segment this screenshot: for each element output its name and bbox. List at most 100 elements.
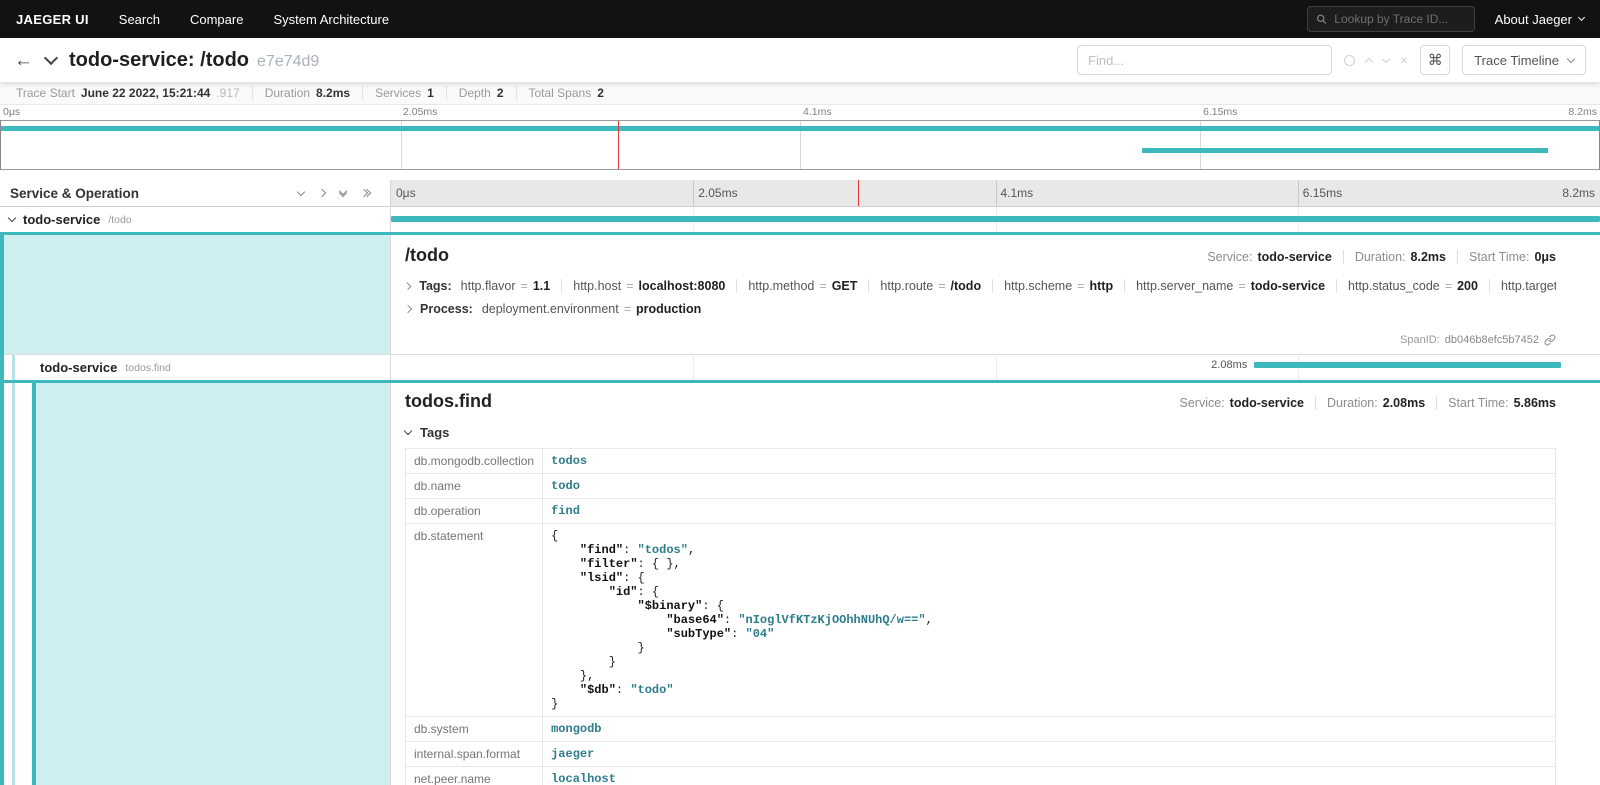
- tag-key: http.status_code: [1348, 279, 1440, 293]
- minimap-span-bar-todo: [1, 126, 1599, 131]
- gridline: [996, 180, 997, 206]
- collapse-trace-chevron-icon[interactable]: [44, 51, 58, 65]
- span-service-name: todo-service: [40, 360, 117, 375]
- detail-indent-column: [4, 383, 391, 785]
- span-bar-cell-todos-find[interactable]: 2.08ms: [391, 355, 1600, 380]
- chevron-down-icon: [1567, 54, 1575, 62]
- detail-header: /todo Service: todo-service Duration: 8.…: [405, 245, 1556, 266]
- meta-duration: Duration: 8.2ms: [1343, 250, 1457, 264]
- tag-key-cell: db.operation: [406, 499, 543, 524]
- summary-suffix: .917: [216, 86, 239, 100]
- span-rows: todo-service /todo /todo Service: todo-s…: [0, 207, 1600, 785]
- summary-value: 1: [427, 86, 434, 100]
- search-icon: [1316, 13, 1327, 25]
- table-row: db.statement { "find": "todos", "filter"…: [406, 524, 1556, 717]
- focus-match-icon[interactable]: [1344, 55, 1355, 66]
- tick-label: 0μs: [3, 106, 20, 118]
- meta-label: Service:: [1180, 396, 1225, 410]
- next-result-icon[interactable]: [1382, 54, 1390, 62]
- tag-value-cell: todos: [543, 449, 1556, 474]
- tag-value-cell: { "find": "todos", "filter": { }, "lsid"…: [543, 524, 1556, 717]
- tag: http.server_nametodo-service: [1124, 279, 1325, 293]
- span-bar-todos-find[interactable]: [1254, 362, 1561, 368]
- tag-value: 1.1: [533, 279, 550, 293]
- span-name-cell-todo[interactable]: todo-service /todo: [0, 207, 391, 232]
- command-icon: ⌘: [1428, 51, 1443, 69]
- service-operation-label: Service & Operation: [10, 186, 139, 201]
- tick-label: 0μs: [396, 186, 416, 200]
- span-row-todos-find[interactable]: todo-service todos.find 2.08ms: [4, 355, 1600, 380]
- span-bar-cell-todo[interactable]: [391, 207, 1600, 232]
- meta-value: 8.2ms: [1411, 250, 1446, 264]
- summary-total-spans: Total Spans 2: [516, 86, 616, 100]
- expand-one-icon[interactable]: [318, 189, 326, 197]
- trace-id-lookup-input[interactable]: [1332, 11, 1465, 27]
- summary-label: Total Spans: [529, 86, 592, 100]
- tag-value-cell: todo: [543, 474, 1556, 499]
- meta-label: Service:: [1207, 250, 1252, 264]
- cursor-guide-line: [618, 121, 619, 169]
- jaeger-brand: JAEGER UI: [16, 12, 89, 27]
- tag-key: http.method: [748, 279, 814, 293]
- tag-key: http.scheme: [1004, 279, 1072, 293]
- span-bar-todo[interactable]: [391, 216, 1600, 222]
- prev-result-icon[interactable]: [1365, 57, 1373, 65]
- link-icon[interactable]: [1544, 334, 1556, 346]
- span-row-todo[interactable]: todo-service /todo: [0, 207, 1600, 232]
- equals-sign: [938, 279, 945, 293]
- tick-label: 6.15ms: [1303, 186, 1342, 200]
- nav-link-compare[interactable]: Compare: [190, 12, 243, 27]
- find-input[interactable]: [1077, 45, 1332, 75]
- tick-label: 4.1ms: [803, 106, 832, 118]
- meta-label: Duration:: [1355, 250, 1406, 264]
- trace-title: todo-service: /todo e7e74d9: [69, 49, 319, 72]
- collapse-all-icon[interactable]: [340, 191, 346, 196]
- span-detail-todos-find: todos.find Service: todo-service Duratio…: [4, 380, 1600, 785]
- summary-label: Duration: [265, 86, 310, 100]
- process-summary-row[interactable]: Process: deployment.environment producti…: [405, 302, 1556, 316]
- chevron-right-icon: [405, 305, 412, 313]
- expand-all-icon[interactable]: [361, 190, 370, 196]
- trace-view-selector[interactable]: Trace Timeline: [1462, 45, 1586, 75]
- trace-summary-bar: Trace Start June 22 2022, 15:21:44 .917 …: [0, 82, 1600, 105]
- tag: http.method GET: [736, 279, 857, 293]
- summary-depth: Depth 2: [446, 86, 516, 100]
- nav-link-system-architecture[interactable]: System Architecture: [273, 12, 389, 27]
- trace-id-lookup[interactable]: [1307, 6, 1475, 32]
- meta-service: Service: todo-service: [1169, 396, 1316, 410]
- tag-value-cell: mongodb: [543, 717, 1556, 742]
- meta-value: 5.86ms: [1514, 396, 1556, 410]
- tag-value: GET: [832, 279, 858, 293]
- about-jaeger-menu[interactable]: About Jaeger: [1495, 12, 1584, 27]
- tag-key-cell: net.peer.name: [406, 767, 543, 785]
- find-controls: ×: [1344, 53, 1408, 67]
- equals-sign: [819, 279, 826, 293]
- clear-search-icon[interactable]: ×: [1400, 53, 1408, 67]
- nav-link-search[interactable]: Search: [119, 12, 160, 27]
- meta-value: todo-service: [1257, 250, 1331, 264]
- minimap-tick-labels: 0μs 2.05ms 4.1ms 6.15ms 8.2ms: [0, 105, 1600, 120]
- detail-header: todos.find Service: todo-service Duratio…: [405, 391, 1556, 412]
- tags-summary-row[interactable]: Tags: http.flavor1.1 http.hostlocalhost:…: [405, 279, 1556, 293]
- span-name-cell-todos-find[interactable]: todo-service todos.find: [4, 355, 391, 380]
- timeline-minimap[interactable]: [0, 120, 1600, 170]
- summary-value: 8.2ms: [316, 86, 350, 100]
- summary-value: June 22 2022, 15:21:44: [81, 86, 210, 100]
- tag: http.schemehttp: [992, 279, 1113, 293]
- span-operation-name: /todo: [108, 214, 131, 226]
- collapse-one-icon[interactable]: [297, 187, 305, 195]
- back-button[interactable]: ←: [14, 51, 33, 70]
- tag-value: 200: [1457, 279, 1478, 293]
- cursor-guide-line: [858, 180, 859, 206]
- top-nav: JAEGER UI Search Compare System Architec…: [0, 0, 1600, 38]
- tick-label: 2.05ms: [403, 106, 437, 118]
- tag-key-cell: db.mongodb.collection: [406, 449, 543, 474]
- table-row: internal.span.format jaeger: [406, 742, 1556, 767]
- tag-value: /todo: [951, 279, 982, 293]
- collapse-children-chevron-icon[interactable]: [8, 214, 16, 222]
- minimap-span-bar-todos-find: [1142, 148, 1548, 153]
- equals-sign: [1445, 279, 1452, 293]
- table-row: db.mongodb.collection todos: [406, 449, 1556, 474]
- tags-section-header[interactable]: Tags: [405, 425, 1556, 440]
- keyboard-shortcuts-button[interactable]: ⌘: [1420, 45, 1450, 75]
